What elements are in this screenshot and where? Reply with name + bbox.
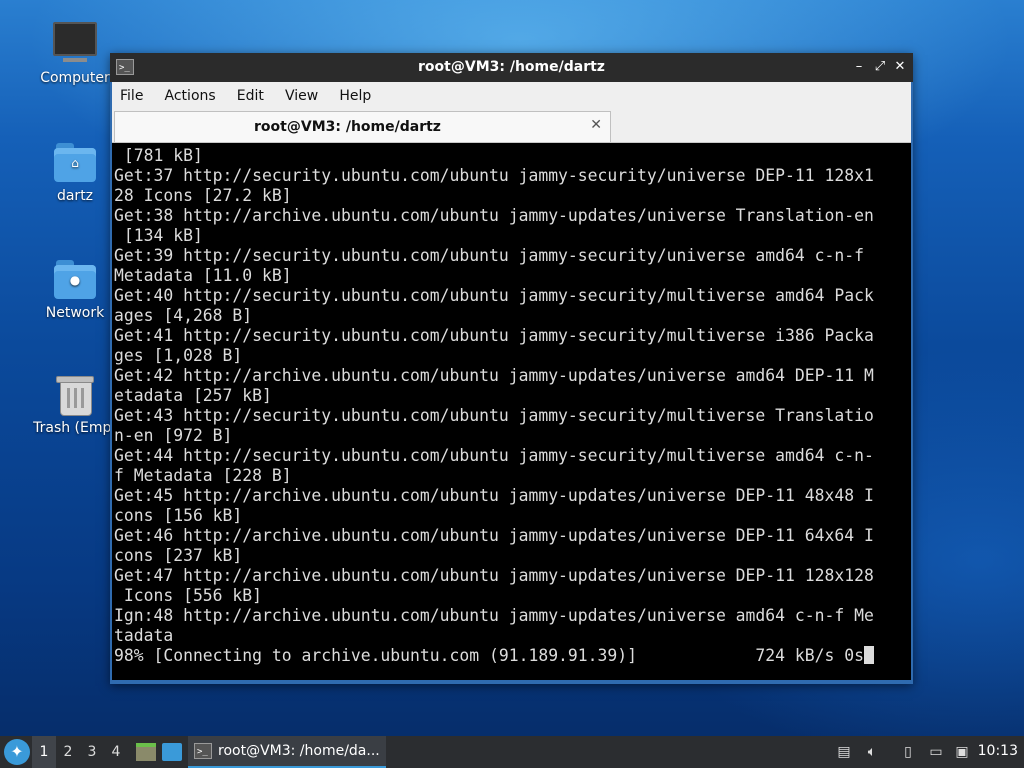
desktop-icon-label: Computer <box>40 70 110 86</box>
notes-tray-icon[interactable]: ▯ <box>898 742 918 762</box>
terminal-line: f Metadata [228 B] <box>114 466 292 485</box>
terminal-line: Get:46 http://archive.ubuntu.com/ubuntu … <box>114 526 874 545</box>
terminal-line: ges [1,028 B] <box>114 346 243 365</box>
show-desktop-icon[interactable] <box>162 743 182 761</box>
terminal-line: etadata [257 kB] <box>114 386 272 405</box>
network-folder-icon: ● <box>53 257 97 301</box>
terminal-line: Get:43 http://security.ubuntu.com/ubuntu… <box>114 406 874 425</box>
terminal-output[interactable]: [781 kB] Get:37 http://security.ubuntu.co… <box>112 143 911 680</box>
terminal-line: Icons [556 kB] <box>114 586 263 605</box>
home-folder-icon: ⌂ <box>53 140 97 184</box>
terminal-line: Get:39 http://security.ubuntu.com/ubuntu… <box>114 246 864 265</box>
tab-close-icon[interactable]: ✕ <box>590 117 602 133</box>
terminal-progress-line: 98% [Connecting to archive.ubuntu.com (9… <box>114 646 909 666</box>
terminal-icon: >_ <box>194 743 212 759</box>
menu-actions[interactable]: Actions <box>157 82 224 111</box>
menu-bar: File Actions Edit View Help <box>112 82 911 111</box>
terminal-line: 28 Icons [27.2 kB] <box>114 186 292 205</box>
taskbar-window-button[interactable]: >_ root@VM3: /home/da... <box>188 736 386 768</box>
volume-icon[interactable]: 🔈︎ <box>862 742 882 762</box>
desktop-icon-label: dartz <box>56 188 94 204</box>
desktop-icon-network[interactable]: ● Network <box>27 257 123 321</box>
workspace-2[interactable]: 2 <box>56 736 80 768</box>
menu-help[interactable]: Help <box>331 82 379 111</box>
menu-edit[interactable]: Edit <box>229 82 272 111</box>
start-menu-button[interactable]: ✦ <box>4 739 30 765</box>
workspace-4[interactable]: 4 <box>104 736 128 768</box>
terminal-line: Metadata [11.0 kB] <box>114 266 292 285</box>
tab-bar: root@VM3: /home/dartz ✕ <box>112 111 911 143</box>
terminal-line: Get:42 http://archive.ubuntu.com/ubuntu … <box>114 366 874 385</box>
terminal-line: Get:44 http://security.ubuntu.com/ubuntu… <box>114 446 874 465</box>
terminal-line: Get:40 http://security.ubuntu.com/ubuntu… <box>114 286 874 305</box>
workspace-1[interactable]: 1 <box>32 736 56 768</box>
window-title: root@VM3: /home/dartz <box>418 59 605 75</box>
terminal-line: [134 kB] <box>114 226 203 245</box>
maximize-button[interactable]: ⤢ <box>871 58 889 76</box>
network-tray-icon[interactable]: ▭ <box>926 742 946 762</box>
trash-icon <box>53 372 97 416</box>
terminal-cursor <box>863 646 874 664</box>
window-titlebar[interactable]: >_ root@VM3: /home/dartz – ⤢ ✕ <box>110 53 913 82</box>
tab-label: root@VM3: /home/dartz <box>254 119 441 135</box>
terminal-window: >_ root@VM3: /home/dartz – ⤢ ✕ File Acti… <box>110 53 913 684</box>
terminal-line: Get:37 http://security.ubuntu.com/ubuntu… <box>114 166 874 185</box>
taskbar: ✦ 1 2 3 4 >_ root@VM3: /home/da... ▤ 🔈︎ … <box>0 736 1024 768</box>
update-notifier-icon[interactable]: ▣ <box>952 742 972 762</box>
terminal-line: Ign:48 http://archive.ubuntu.com/ubuntu … <box>114 606 874 625</box>
file-manager-launcher-icon[interactable] <box>136 743 156 761</box>
desktop-icon-label: Trash (Empt <box>33 420 117 436</box>
terminal-line: n-en [972 B] <box>114 426 233 445</box>
terminal-line: cons [156 kB] <box>114 506 243 525</box>
menu-file[interactable]: File <box>112 82 151 111</box>
terminal-line: [781 kB] <box>114 146 203 165</box>
terminal-line: cons [237 kB] <box>114 546 243 565</box>
terminal-text: [781 kB] Get:37 http://security.ubuntu.co… <box>114 146 909 666</box>
minimize-button[interactable]: – <box>850 58 868 76</box>
desktop-icon-label: Network <box>45 305 105 321</box>
clipboard-tray-icon[interactable]: ▤ <box>834 742 854 762</box>
menu-view[interactable]: View <box>277 82 326 111</box>
desktop-icon-trash[interactable]: Trash (Empt <box>27 372 123 436</box>
terminal-line: ages [4,268 B] <box>114 306 253 325</box>
desktop-icon-home-folder[interactable]: ⌂ dartz <box>27 140 123 204</box>
terminal-line: Get:45 http://archive.ubuntu.com/ubuntu … <box>114 486 874 505</box>
desktop-icon-computer[interactable]: Computer <box>27 22 123 86</box>
close-button[interactable]: ✕ <box>891 58 909 76</box>
clock: 10:13 <box>977 743 1018 759</box>
terminal-line: tadata <box>114 626 174 645</box>
computer-icon <box>53 22 97 66</box>
progress-text: 98% [Connecting to archive.ubuntu.com (9… <box>114 646 864 665</box>
terminal-line: Get:47 http://archive.ubuntu.com/ubuntu … <box>114 566 874 585</box>
terminal-line: Get:41 http://security.ubuntu.com/ubuntu… <box>114 326 874 345</box>
terminal-line: Get:38 http://archive.ubuntu.com/ubuntu … <box>114 206 874 225</box>
terminal-tab[interactable]: root@VM3: /home/dartz ✕ <box>114 111 611 142</box>
taskbar-window-label: root@VM3: /home/da... <box>218 743 380 759</box>
workspace-3[interactable]: 3 <box>80 736 104 768</box>
